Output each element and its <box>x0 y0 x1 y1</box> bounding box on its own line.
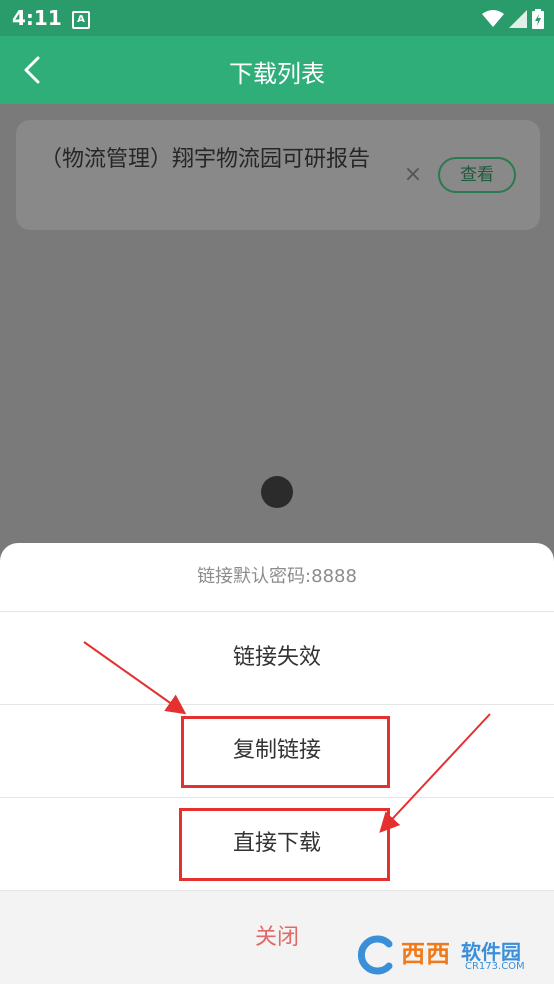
status-time: 4:11 <box>12 6 62 30</box>
watermark-brand: 西西 <box>401 940 451 968</box>
download-list: （物流管理）翔宇物流园可研报告 × 查看 <box>0 104 554 544</box>
app-toolbar: 下载列表 <box>0 36 554 104</box>
signal-icon <box>508 9 527 28</box>
wifi-icon <box>481 9 504 27</box>
link-expired-option[interactable]: 链接失效 <box>0 612 554 705</box>
remove-button[interactable]: × <box>402 164 424 186</box>
sheet-header: 链接默认密码:8888 <box>0 543 554 612</box>
watermark-logo: 西西 软件园 CR173.COM <box>355 934 545 976</box>
list-item: （物流管理）翔宇物流园可研报告 × 查看 <box>16 120 540 230</box>
status-bar: 4:11 A <box>0 0 554 36</box>
watermark-domain: CR173.COM <box>465 961 525 972</box>
watermark-c-icon <box>357 935 393 975</box>
loading-indicator <box>261 476 293 508</box>
annotation-box-direct-download <box>179 808 390 881</box>
page-title: 下载列表 <box>229 60 325 88</box>
battery-icon <box>532 8 544 29</box>
annotation-box-copy-link <box>181 716 390 788</box>
download-title: （物流管理）翔宇物流园可研报告 <box>40 147 371 172</box>
notification-badge-icon: A <box>72 11 90 29</box>
status-icons <box>481 8 544 29</box>
view-button[interactable]: 查看 <box>438 157 516 193</box>
